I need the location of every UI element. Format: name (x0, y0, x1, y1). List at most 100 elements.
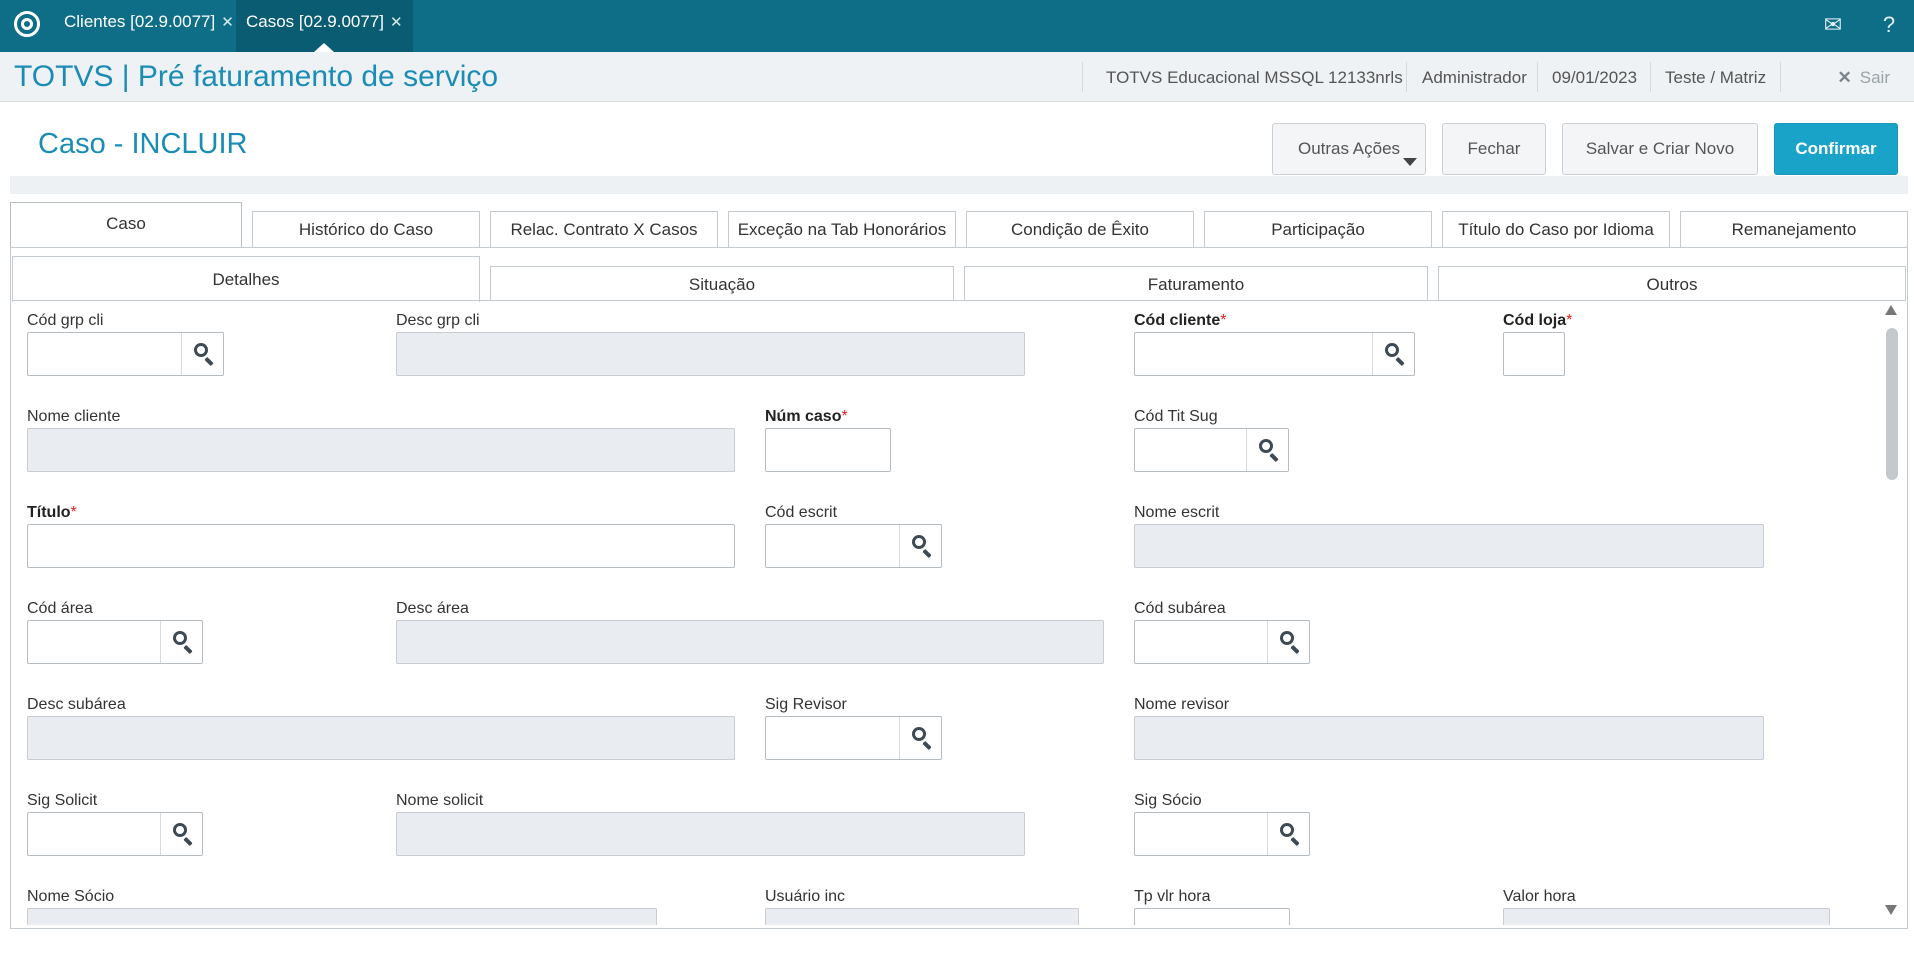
tab-label: Relac. Contrato X Casos (510, 220, 698, 239)
confirm-button[interactable]: Confirmar (1774, 123, 1898, 175)
search-icon[interactable] (899, 525, 941, 567)
search-icon[interactable] (160, 813, 202, 855)
scrollbar-thumb[interactable] (1886, 328, 1898, 480)
tab-situacao[interactable]: Situação (490, 266, 954, 301)
num-caso-label: Núm caso* (765, 408, 848, 425)
tab-participacao[interactable]: Participação (1204, 211, 1432, 247)
other-actions-button[interactable]: Outras Ações (1272, 123, 1426, 175)
tab-excecao-tab-honorarios[interactable]: Exceção na Tab Honorários (728, 211, 956, 247)
divider (1780, 62, 1781, 92)
search-icon[interactable] (1267, 813, 1309, 855)
branch-info: Teste / Matriz (1665, 68, 1767, 87)
nome-escrit-label: Nome escrit (1134, 504, 1220, 521)
tab-label: Título do Caso por Idioma (1458, 220, 1654, 239)
exit-button[interactable]: ✕ Sair (1838, 68, 1890, 88)
sig-socio-label: Sig Sócio (1134, 792, 1202, 809)
nome-revisor-label: Nome revisor (1134, 696, 1230, 713)
cod-loja-field[interactable] (1503, 332, 1565, 376)
tab-label: Condição de Êxito (1011, 220, 1149, 239)
num-caso-field[interactable] (765, 428, 891, 472)
sig-revisor-label: Sig Revisor (765, 696, 847, 713)
tab-label: Faturamento (1147, 275, 1245, 294)
title-bar: TOTVS | Pré faturamento de serviço TOTVS… (0, 52, 1914, 102)
divider (1650, 62, 1651, 92)
mail-icon[interactable]: ✉ (1818, 10, 1848, 40)
tab-remanejamento[interactable]: Remanejamento (1680, 211, 1908, 247)
close-icon: ✕ (1837, 68, 1852, 87)
scroll-up-arrow-icon[interactable] (1885, 305, 1897, 315)
search-icon[interactable] (160, 621, 202, 663)
nome-cliente-field (27, 428, 735, 472)
tab-label: Outros (1646, 275, 1698, 294)
tab-relac-contrato-x-casos[interactable]: Relac. Contrato X Casos (490, 211, 718, 247)
sig-solicit-field[interactable] (27, 812, 203, 856)
desc-grp-cli-field (396, 332, 1025, 376)
tab-label: Histórico do Caso (298, 220, 434, 239)
cod-escrit-label: Cód escrit (765, 504, 838, 521)
titulo-label: Título* (27, 504, 77, 521)
cod-loja-label: Cód loja* (1503, 312, 1573, 329)
search-icon[interactable] (181, 333, 223, 375)
sig-socio-field[interactable] (1134, 812, 1310, 856)
app-tab-clientes[interactable]: Clientes [02.9.0077] ✕ (54, 0, 244, 52)
tp-vlr-hora-field[interactable] (1134, 908, 1290, 925)
cod-grp-cli-field[interactable] (27, 332, 224, 376)
valor-hora-field (1503, 908, 1830, 925)
nome-solicit-label: Nome solicit (396, 792, 484, 809)
cod-subarea-label: Cód subárea (1134, 600, 1226, 617)
totvs-logo-icon[interactable] (14, 11, 40, 37)
nome-socio-field (27, 908, 657, 925)
nome-socio-label: Nome Sócio (27, 888, 115, 905)
environment-info: TOTVS Educacional MSSQL 12133nrls (1106, 68, 1403, 87)
tab-titulo-caso-idioma[interactable]: Título do Caso por Idioma (1442, 211, 1670, 247)
tab-caso[interactable]: Caso (10, 202, 242, 248)
valor-hora-label: Valor hora (1503, 888, 1576, 905)
cod-escrit-field[interactable] (765, 524, 942, 568)
desc-subarea-field (27, 716, 735, 760)
tab-detalhes[interactable]: Detalhes (12, 256, 480, 302)
confirm-label: Confirmar (1795, 139, 1877, 158)
user-info: Administrador (1422, 68, 1527, 87)
scroll-down-arrow-icon[interactable] (1885, 905, 1897, 915)
search-icon[interactable] (899, 717, 941, 759)
desc-grp-cli-label: Desc grp cli (396, 312, 480, 329)
cod-tit-sug-field[interactable] (1134, 428, 1289, 472)
app-tab-casos[interactable]: Casos [02.9.0077] ✕ (236, 0, 413, 52)
search-icon[interactable] (1372, 333, 1414, 375)
app-tab-label: Clientes [02.9.0077] (64, 12, 216, 31)
other-actions-label: Outras Ações (1297, 139, 1401, 158)
cod-cliente-field[interactable] (1134, 332, 1415, 376)
clipped-row: Nome Sócio Usuário inc Tp vlr hora Valor… (12, 880, 1882, 925)
nome-revisor-field (1134, 716, 1764, 760)
tab-label: Caso (106, 214, 146, 233)
exit-label: Sair (1859, 68, 1890, 87)
cod-cliente-label: Cód cliente* (1134, 312, 1227, 329)
tab-condicao-de-exito[interactable]: Condição de Êxito (966, 211, 1194, 247)
save-and-new-button[interactable]: Salvar e Criar Novo (1562, 123, 1758, 175)
tab-historico-do-caso[interactable]: Histórico do Caso (252, 211, 480, 247)
close-form-button[interactable]: Fechar (1442, 123, 1546, 175)
usuario-inc-label: Usuário inc (765, 888, 846, 905)
close-icon[interactable]: ✕ (221, 14, 234, 31)
nome-cliente-label: Nome cliente (27, 408, 121, 425)
save-and-new-label: Salvar e Criar Novo (1585, 139, 1735, 158)
search-icon[interactable] (1267, 621, 1309, 663)
date-info: 09/01/2023 (1552, 68, 1638, 87)
cod-area-field[interactable] (27, 620, 203, 664)
help-icon[interactable]: ? (1874, 10, 1904, 40)
nome-solicit-field (396, 812, 1025, 856)
desc-area-label: Desc área (396, 600, 469, 617)
search-icon[interactable] (1246, 429, 1288, 471)
tab-label: Remanejamento (1731, 220, 1857, 239)
page-title: TOTVS | Pré faturamento de serviço (14, 60, 499, 93)
titulo-field[interactable] (27, 524, 735, 568)
tab-outros[interactable]: Outros (1438, 266, 1906, 301)
desc-area-field (396, 620, 1104, 664)
tab-label: Detalhes (212, 270, 280, 289)
cod-subarea-field[interactable] (1134, 620, 1310, 664)
close-form-label: Fechar (1467, 139, 1521, 158)
app-top-bar: Clientes [02.9.0077] ✕ Casos [02.9.0077] ✕… (0, 0, 1914, 52)
sig-revisor-field[interactable] (765, 716, 942, 760)
tab-faturamento[interactable]: Faturamento (964, 266, 1428, 301)
close-icon[interactable]: ✕ (390, 14, 403, 31)
